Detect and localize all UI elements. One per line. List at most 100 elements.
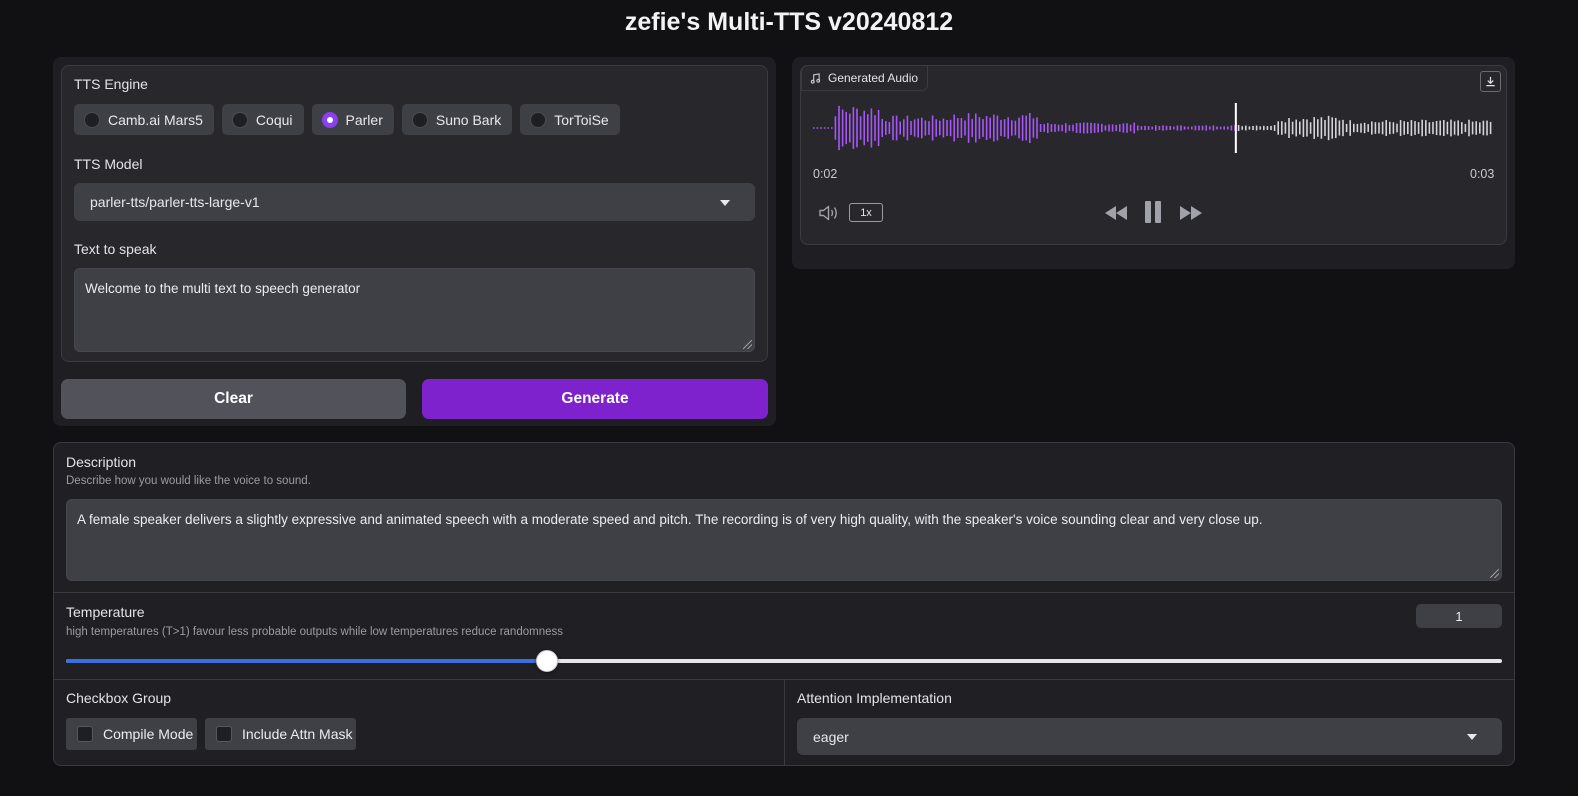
waveform-bar (1281, 121, 1283, 135)
waveform-bar (1187, 126, 1189, 130)
engine-option-tortoise[interactable]: TorToiSe (520, 104, 620, 135)
waveform-bar (881, 118, 883, 138)
waveform-bar (1407, 121, 1409, 135)
model-label: TTS Model (74, 156, 143, 172)
temperature-slider-thumb[interactable] (536, 650, 559, 672)
waveform-bar (1327, 115, 1330, 141)
waveform-bar (1464, 123, 1467, 133)
waveform-bar (1191, 126, 1193, 130)
description-input[interactable]: A female speaker delivers a slightly exp… (66, 499, 1502, 581)
waveform-bar (1479, 122, 1481, 134)
resize-handle-icon[interactable] (743, 340, 752, 349)
text-to-speak-input[interactable]: Welcome to the multi text to speech gene… (74, 268, 755, 352)
temperature-number-input[interactable]: 1 (1416, 604, 1502, 628)
waveform-bar (971, 119, 973, 137)
waveform-bar (1104, 125, 1107, 131)
waveform-bar (1313, 117, 1315, 139)
attention-dropdown[interactable]: eager (797, 718, 1502, 755)
waveform-bar (1461, 122, 1463, 134)
waveform-bar (1032, 118, 1035, 138)
checkbox-group-label: Checkbox Group (66, 690, 172, 706)
waveform-bar (1011, 120, 1013, 136)
waveform-bar (1342, 119, 1344, 137)
waveform-bar (1410, 120, 1413, 136)
include-attn-mask-checkbox[interactable]: Include Attn Mask (205, 718, 356, 750)
waveform-bar (895, 115, 898, 141)
audio-label: Generated Audio (828, 71, 919, 85)
waveform-bar (1230, 125, 1233, 131)
model-dropdown[interactable]: parler-tts/parler-tts-large-v1 (74, 183, 755, 221)
current-time: 0:02 (813, 167, 838, 181)
engine-radio-group: Camb.ai Mars5 Coqui Parler Suno Bark Tor… (74, 104, 620, 135)
waveform-bar (906, 115, 909, 141)
volume-button[interactable] (817, 202, 841, 223)
pause-button[interactable] (1141, 199, 1165, 225)
waveform-bar (1392, 122, 1395, 134)
waveform-bar (1245, 125, 1247, 131)
waveform-bar (1151, 126, 1153, 130)
waveform-bar (1353, 123, 1355, 133)
rewind-button[interactable] (1103, 202, 1128, 223)
resize-handle-icon[interactable] (1490, 569, 1499, 578)
waveform-bar (892, 115, 894, 141)
download-button[interactable] (1480, 71, 1501, 92)
waveform-bar (856, 108, 858, 148)
waveform-bar (874, 115, 876, 141)
waveform-bar (813, 127, 815, 129)
waveform-bar (1252, 125, 1254, 131)
waveform-bar (1227, 126, 1229, 130)
temperature-slider[interactable] (66, 650, 1502, 672)
waveform-bar (1277, 121, 1279, 135)
waveform-bar (967, 113, 970, 143)
waveform-bar (859, 116, 862, 140)
generate-button[interactable]: Generate (422, 379, 768, 419)
text-to-speak-value: Welcome to the multi text to speech gene… (85, 281, 361, 296)
engine-option-coqui[interactable]: Coqui (221, 104, 304, 135)
waveform-bar (1050, 124, 1053, 132)
waveform-bar (1266, 126, 1269, 130)
waveform-bar (1209, 126, 1211, 130)
playback-speed-button[interactable]: 1x (849, 203, 883, 222)
waveform-bar (993, 114, 995, 142)
engine-option-parler[interactable]: Parler (311, 104, 394, 135)
waveform-bar (978, 117, 981, 139)
waveform-bar (1054, 124, 1056, 132)
waveform-bar (1241, 126, 1243, 130)
waveform-bar (1223, 126, 1225, 130)
audio-waveform[interactable] (812, 100, 1494, 156)
waveform-bar (1385, 120, 1387, 136)
description-value: A female speaker delivers a slightly exp… (77, 512, 1263, 527)
waveform-bar (1371, 121, 1373, 135)
compile-mode-checkbox[interactable]: Compile Mode (66, 718, 197, 750)
waveform-bar (913, 119, 916, 137)
fast-forward-button[interactable] (1178, 202, 1203, 223)
waveform-bar (1367, 124, 1369, 132)
waveform-bar (960, 118, 963, 138)
waveform-bar (849, 113, 851, 143)
waveform-bar (942, 118, 945, 138)
waveform-bar (1335, 117, 1337, 139)
rewind-icon (1104, 205, 1127, 220)
engine-option-label: TorToiSe (554, 111, 609, 128)
waveform-bar (1378, 122, 1380, 134)
waveform-bar (1072, 124, 1074, 132)
description-label: Description (66, 454, 137, 470)
engine-option-label: Parler (345, 111, 383, 128)
waveform-bar (816, 127, 819, 129)
playhead-cursor[interactable] (1234, 103, 1237, 153)
engine-option-suno-bark[interactable]: Suno Bark (401, 104, 513, 135)
waveform-bar (1396, 123, 1398, 133)
engine-option-camb[interactable]: Camb.ai Mars5 (74, 104, 214, 135)
waveform-bar (1446, 121, 1449, 135)
waveform-bar (917, 118, 919, 138)
waveform-bar (867, 114, 869, 142)
checkbox-label: Compile Mode (103, 726, 194, 742)
temperature-info: high temperatures (T>1) favour less prob… (66, 626, 563, 638)
waveform-bar (1219, 126, 1222, 130)
waveform-bar (1248, 126, 1251, 130)
clear-button[interactable]: Clear (61, 379, 406, 419)
waveform-bar (982, 119, 984, 137)
waveform-bar (1302, 119, 1305, 137)
waveform-bar (870, 108, 873, 148)
waveform-bar (1140, 126, 1143, 130)
